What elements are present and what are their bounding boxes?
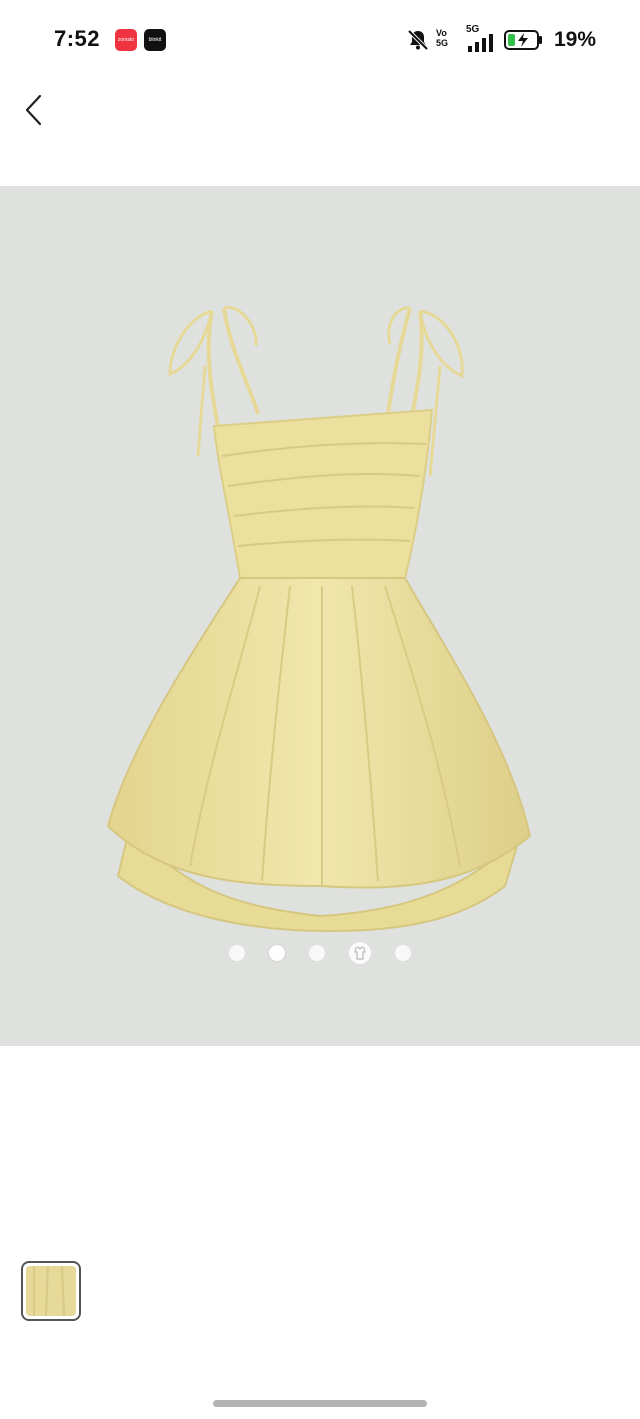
home-indicator[interactable]	[213, 1400, 427, 1407]
carousel-dot-3[interactable]	[309, 945, 325, 961]
carousel-indicator	[0, 942, 640, 964]
status-time: 7:52	[54, 26, 101, 51]
red-app-badge: zomato	[115, 29, 137, 51]
battery-percent: 19%	[553, 28, 596, 51]
back-button[interactable]	[14, 88, 54, 132]
dress-image	[106, 306, 532, 933]
status-icons: Vo 5G 5G 19%	[406, 24, 596, 56]
volte-icon: Vo 5G	[436, 28, 452, 48]
thumbnail-image	[26, 1266, 76, 1316]
product-image[interactable]	[0, 186, 640, 1046]
carousel-dot-4[interactable]	[349, 942, 371, 964]
5g-signal-icon: 5G	[458, 24, 498, 54]
thumbnail-1[interactable]	[21, 1261, 81, 1321]
chevron-left-icon	[25, 94, 42, 126]
black-app-badge: blinkit	[144, 29, 166, 51]
image-gallery-icon	[354, 946, 366, 960]
volte-label: Vo 5G	[436, 28, 449, 48]
carousel-dot-2[interactable]	[269, 945, 285, 961]
status-bar: 7:52 zomato blinkit Vo 5G 5G 19%	[0, 0, 640, 80]
battery-charging-icon	[504, 30, 542, 50]
mute-bell-icon	[407, 29, 429, 51]
carousel-dot-5[interactable]	[395, 945, 411, 961]
carousel-dot-1[interactable]	[229, 945, 245, 961]
